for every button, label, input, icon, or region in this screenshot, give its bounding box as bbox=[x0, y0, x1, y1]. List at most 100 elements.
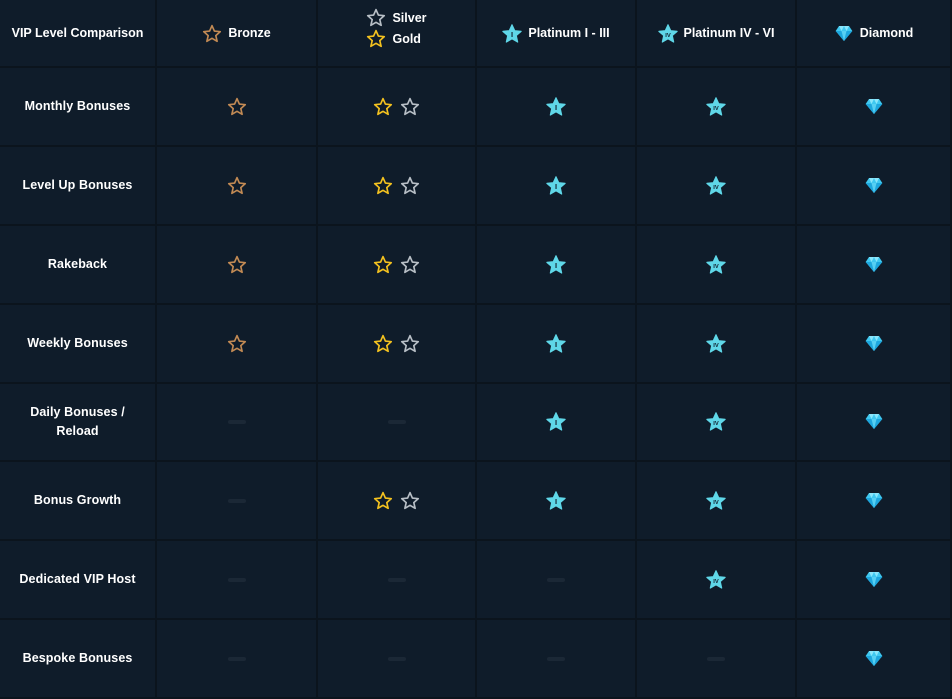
feature-indicator: I bbox=[546, 333, 566, 353]
feature-cell bbox=[318, 304, 477, 384]
feature-indicator bbox=[227, 498, 246, 503]
row-label-line: Level Up Bonuses bbox=[22, 177, 133, 192]
diamond-icon bbox=[864, 492, 884, 509]
feature-cell bbox=[477, 620, 637, 699]
bronze-star-icon bbox=[227, 97, 247, 116]
feature-cell: I bbox=[477, 225, 637, 305]
header-label: Gold bbox=[392, 31, 421, 46]
diamond-icon bbox=[864, 256, 884, 273]
feature-indicator bbox=[707, 656, 725, 661]
feature-indicator: IV bbox=[706, 97, 726, 116]
svg-text:IV: IV bbox=[713, 185, 719, 191]
feature-cell bbox=[157, 383, 318, 463]
row-label-line: Bespoke Bonuses bbox=[22, 651, 133, 666]
row-label-line: Rakeback bbox=[47, 256, 108, 271]
feature-indicator bbox=[864, 98, 884, 115]
platinum-iv-badge-icon: IV bbox=[706, 491, 726, 510]
vip-comparison-table: VIP Level Comparison Bronze Silver Gold I Pla… bbox=[0, 0, 952, 699]
feature-cell bbox=[157, 462, 318, 542]
header-label: Platinum IV - VI bbox=[683, 26, 775, 40]
feature-indicator bbox=[547, 656, 565, 661]
row-label-line: Monthly Bonuses bbox=[24, 98, 131, 113]
header-label: Bronze bbox=[228, 26, 271, 40]
feature-indicator bbox=[864, 650, 884, 667]
feature-indicator: I bbox=[546, 176, 566, 195]
row-label: Bonus Growth bbox=[34, 491, 121, 510]
feature-indicator bbox=[227, 419, 246, 424]
diamond-icon bbox=[864, 98, 884, 115]
row-label-line: Dedicated VIP Host bbox=[19, 572, 136, 587]
feature-indicator bbox=[864, 571, 884, 588]
feature-indicator bbox=[387, 656, 406, 661]
header-column-content: Bronze bbox=[202, 24, 271, 43]
not-included-dash bbox=[547, 656, 565, 661]
gold-star-icon bbox=[373, 334, 393, 353]
svg-text:IV: IV bbox=[665, 33, 671, 39]
not-included-dash bbox=[227, 656, 246, 661]
row-label-cell: Monthly Bonuses bbox=[0, 68, 157, 147]
platinum-iv-badge-icon: IV bbox=[706, 412, 726, 432]
feature-indicator bbox=[373, 334, 420, 353]
feature-indicator: IV bbox=[706, 254, 726, 274]
header-label-group: Silver bbox=[366, 8, 427, 27]
feature-indicator bbox=[387, 419, 406, 424]
feature-cell bbox=[157, 146, 318, 226]
feature-indicator bbox=[373, 176, 420, 195]
feature-cell bbox=[797, 462, 952, 542]
row-label-cell: Level Up Bonuses bbox=[0, 146, 157, 226]
bronze-star-icon bbox=[227, 255, 247, 274]
silver-star-icon bbox=[400, 176, 420, 195]
header-column-content: Silver Gold bbox=[366, 8, 427, 48]
feature-indicator bbox=[227, 334, 247, 353]
header-label: Silver bbox=[392, 10, 427, 25]
header-label-group: I Platinum I - III bbox=[502, 23, 610, 43]
svg-text:I: I bbox=[555, 419, 557, 428]
bronze-star-icon bbox=[227, 176, 247, 195]
diamond-icon bbox=[864, 335, 884, 352]
svg-text:I: I bbox=[555, 182, 557, 191]
header-column-content: Diamond bbox=[834, 25, 913, 42]
feature-indicator: IV bbox=[706, 412, 726, 432]
feature-cell: IV bbox=[637, 304, 797, 384]
platinum-i-badge-icon: I bbox=[546, 412, 566, 432]
diamond-icon bbox=[864, 413, 884, 430]
feature-indicator: IV bbox=[706, 491, 726, 510]
platinum-iv-badge-icon: IV bbox=[706, 97, 726, 116]
feature-indicator bbox=[373, 97, 420, 116]
feature-cell: I bbox=[477, 304, 637, 384]
row-label-cell: Bonus Growth bbox=[0, 462, 157, 542]
feature-cell bbox=[318, 225, 477, 305]
feature-indicator bbox=[864, 492, 884, 509]
platinum-iv-badge-icon: IV bbox=[706, 254, 726, 274]
feature-cell bbox=[477, 541, 637, 621]
not-included-dash bbox=[707, 656, 725, 661]
feature-indicator: I bbox=[546, 491, 566, 510]
feature-cell bbox=[157, 225, 318, 305]
feature-cell bbox=[797, 225, 952, 305]
diamond-icon bbox=[864, 177, 884, 194]
feature-cell bbox=[157, 620, 318, 699]
silver-star-icon bbox=[400, 255, 420, 274]
gold-star-icon bbox=[366, 29, 386, 48]
feature-indicator bbox=[373, 491, 420, 510]
not-included-dash bbox=[227, 577, 246, 582]
platinum-i-badge-icon: I bbox=[546, 254, 566, 274]
feature-indicator bbox=[864, 177, 884, 194]
feature-indicator bbox=[373, 255, 420, 274]
header-column-content: I Platinum I - III bbox=[502, 23, 610, 43]
row-label-cell: Dedicated VIP Host bbox=[0, 541, 157, 621]
row-label-line: Daily Bonuses / bbox=[30, 404, 125, 419]
feature-cell bbox=[797, 146, 952, 226]
feature-indicator: IV bbox=[706, 570, 726, 589]
feature-indicator: I bbox=[546, 97, 566, 116]
not-included-dash bbox=[387, 577, 406, 582]
svg-text:I: I bbox=[511, 30, 513, 39]
feature-cell bbox=[318, 541, 477, 621]
feature-indicator bbox=[227, 656, 246, 661]
svg-text:I: I bbox=[555, 498, 557, 507]
header-column-4: Diamond bbox=[797, 0, 952, 68]
platinum-i-badge-icon: I bbox=[546, 333, 566, 353]
silver-star-icon bbox=[400, 97, 420, 116]
feature-indicator bbox=[227, 176, 247, 195]
silver-star-icon bbox=[400, 334, 420, 353]
